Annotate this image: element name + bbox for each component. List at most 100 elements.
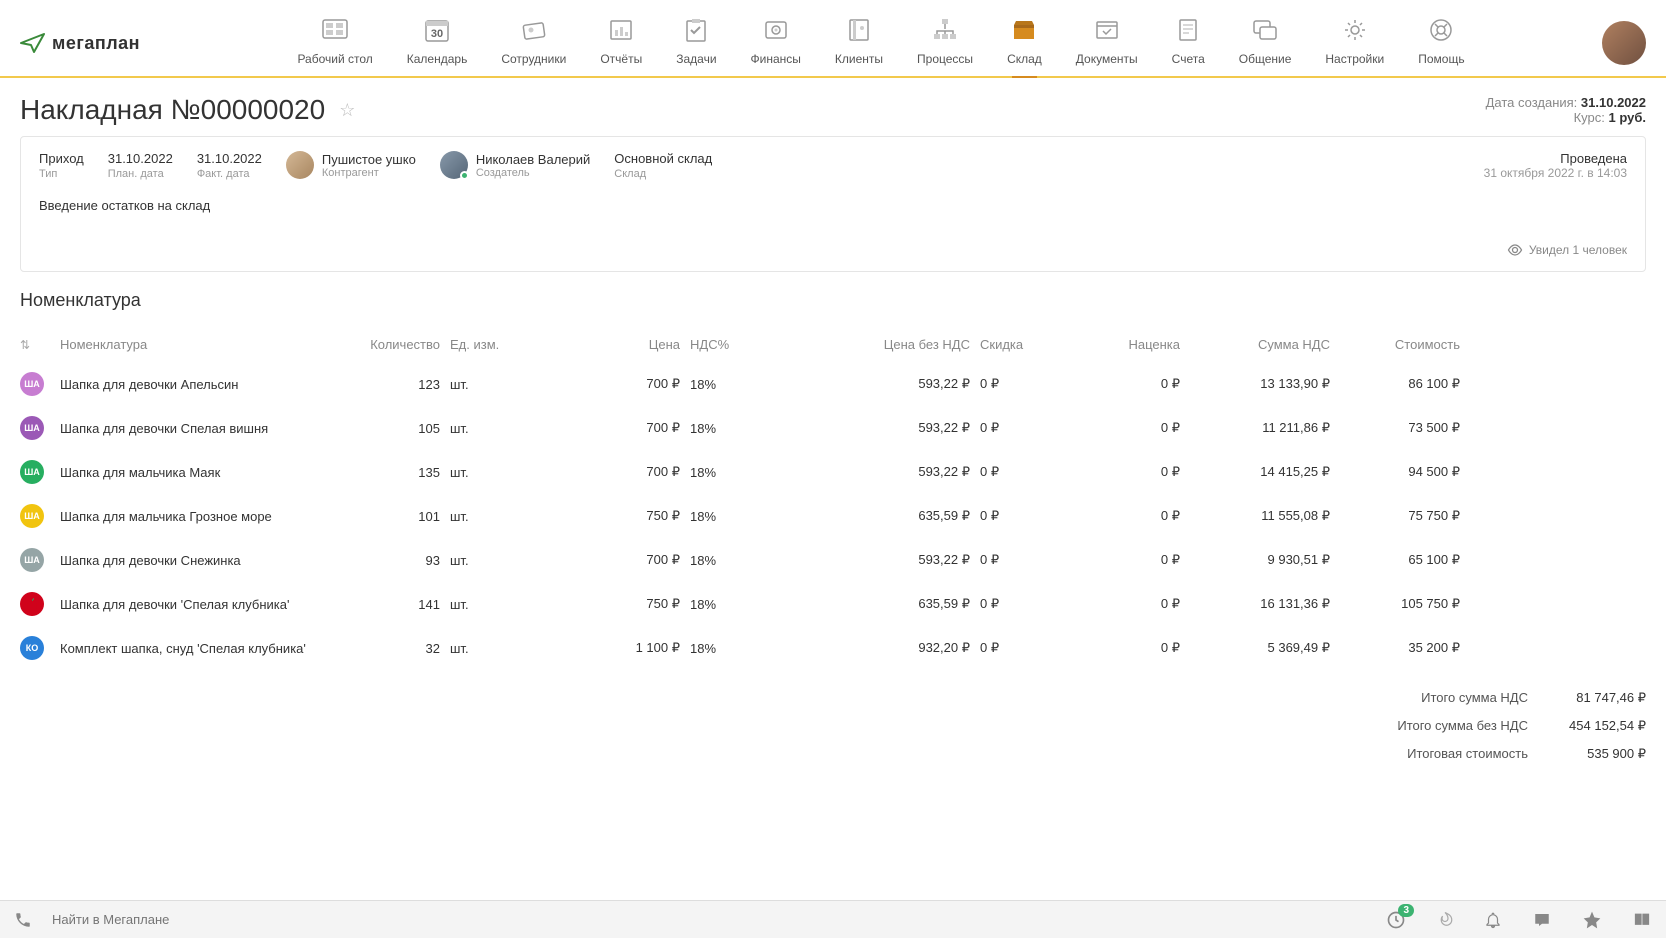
item-name: Шапка для девочки Спелая вишня bbox=[60, 421, 320, 436]
nav-items: Рабочий стол30КалендарьСотрудникиОтчётыЗ… bbox=[180, 10, 1582, 76]
col-vat-sum[interactable]: Сумма НДС bbox=[1190, 337, 1330, 352]
item-price-no-vat: 635,59 ₽ bbox=[800, 596, 970, 612]
invoice-description: Введение остатков на склад bbox=[39, 198, 1627, 213]
item-name: Шапка для девочки Апельсин bbox=[60, 377, 320, 392]
item-unit: шт. bbox=[450, 553, 540, 568]
item-cost: 105 750 ₽ bbox=[1340, 596, 1460, 612]
item-cost: 73 500 ₽ bbox=[1340, 420, 1460, 436]
global-search[interactable] bbox=[46, 906, 866, 933]
documents-icon bbox=[1091, 14, 1123, 46]
col-price[interactable]: Цена bbox=[550, 337, 680, 352]
nav-clients[interactable]: Клиенты bbox=[821, 10, 897, 76]
item-unit: шт. bbox=[450, 641, 540, 656]
meta-creator[interactable]: Николаев Валерий Создатель bbox=[440, 151, 590, 179]
item-price: 750 ₽ bbox=[550, 508, 680, 524]
nav-invoices[interactable]: Счета bbox=[1158, 10, 1219, 76]
table-header: ⇅ Номенклатура Количество Ед. изм. Цена … bbox=[20, 327, 1646, 362]
search-input[interactable] bbox=[46, 906, 866, 933]
item-price: 700 ₽ bbox=[550, 464, 680, 480]
item-tag: ША bbox=[20, 372, 44, 396]
item-vat: 18% bbox=[690, 465, 790, 480]
nav-chat[interactable]: Общение bbox=[1225, 10, 1306, 76]
nav-tasks[interactable]: Задачи bbox=[662, 10, 730, 76]
logo[interactable]: мегаплан bbox=[20, 32, 140, 54]
table-row[interactable]: ША Шапка для мальчика Маяк 135 шт. 700 ₽… bbox=[20, 450, 1646, 494]
nav-reports[interactable]: Отчёты bbox=[586, 10, 656, 76]
item-price-no-vat: 932,20 ₽ bbox=[800, 640, 970, 656]
nav-dashboard[interactable]: Рабочий стол bbox=[283, 10, 386, 76]
warehouse-label: Склад bbox=[614, 168, 712, 180]
creator-avatar bbox=[440, 151, 468, 179]
nav-label: Настройки bbox=[1325, 52, 1384, 66]
item-name: Шапка для девочки Снежинка bbox=[60, 553, 320, 568]
item-vat-sum: 5 369,49 ₽ bbox=[1190, 640, 1330, 656]
item-markup: 0 ₽ bbox=[1070, 596, 1180, 612]
col-name[interactable]: Номенклатура bbox=[60, 337, 320, 352]
item-vat-sum: 16 131,36 ₽ bbox=[1190, 596, 1330, 612]
fire-icon[interactable] bbox=[1436, 910, 1454, 930]
favorite-star-icon[interactable]: ☆ bbox=[339, 100, 355, 121]
meta-contractor[interactable]: Пушистое ушко Контрагент bbox=[286, 151, 416, 179]
table-row[interactable]: ША Шапка для девочки Снежинка 93 шт. 700… bbox=[20, 538, 1646, 582]
item-unit: шт. bbox=[450, 377, 540, 392]
col-cost[interactable]: Стоимость bbox=[1340, 337, 1460, 352]
item-name: Шапка для мальчика Маяк bbox=[60, 465, 320, 480]
clients-icon bbox=[843, 14, 875, 46]
nav-label: Процессы bbox=[917, 52, 973, 66]
item-price: 700 ₽ bbox=[550, 420, 680, 436]
meta-plan-label: План. дата bbox=[108, 168, 173, 180]
invoice-card: Приход Тип 31.10.2022 План. дата 31.10.2… bbox=[20, 136, 1646, 272]
nav-settings[interactable]: Настройки bbox=[1311, 10, 1398, 76]
table-row[interactable]: ША Шапка для девочки Апельсин 123 шт. 70… bbox=[20, 362, 1646, 406]
col-vat[interactable]: НДС% bbox=[690, 337, 790, 352]
nav-warehouse[interactable]: Склад bbox=[993, 10, 1056, 76]
table-row[interactable]: Шапка для девочки 'Спелая клубника' 141 … bbox=[20, 582, 1646, 626]
nav-label: Склад bbox=[1007, 52, 1042, 66]
meta-plan-value: 31.10.2022 bbox=[108, 151, 173, 166]
nav-processes[interactable]: Процессы bbox=[903, 10, 987, 76]
seen-text: Увидел 1 человек bbox=[1529, 243, 1627, 257]
nav-help[interactable]: Помощь bbox=[1404, 10, 1478, 76]
phone-icon[interactable] bbox=[14, 911, 32, 929]
table-row[interactable]: КО Комплект шапка, снуд 'Спелая клубника… bbox=[20, 626, 1646, 670]
item-tag: КО bbox=[20, 636, 44, 660]
col-discount[interactable]: Скидка bbox=[980, 337, 1060, 352]
total-label: Итоговая стоимость bbox=[1407, 746, 1528, 762]
nav-finance[interactable]: Финансы bbox=[737, 10, 815, 76]
item-qty: 32 bbox=[330, 641, 440, 656]
item-vat-sum: 9 930,51 ₽ bbox=[1190, 552, 1330, 568]
meta-plan-date: 31.10.2022 План. дата bbox=[108, 151, 173, 180]
nav-label: Документы bbox=[1076, 52, 1138, 66]
item-qty: 105 bbox=[330, 421, 440, 436]
user-avatar[interactable] bbox=[1602, 21, 1646, 65]
alert-icon[interactable]: 3 bbox=[1386, 910, 1406, 930]
table-row[interactable]: ША Шапка для мальчика Грозное море 101 ш… bbox=[20, 494, 1646, 538]
col-price-no-vat[interactable]: Цена без НДС bbox=[800, 337, 970, 352]
star-icon[interactable] bbox=[1582, 910, 1602, 930]
eye-icon bbox=[1507, 244, 1523, 256]
item-markup: 0 ₽ bbox=[1070, 552, 1180, 568]
meta-fact-date: 31.10.2022 Факт. дата bbox=[197, 151, 262, 180]
col-markup[interactable]: Наценка bbox=[1070, 337, 1180, 352]
col-unit[interactable]: Ед. изм. bbox=[450, 337, 540, 352]
item-cost: 75 750 ₽ bbox=[1340, 508, 1460, 524]
logo-icon bbox=[20, 32, 46, 54]
creator-name: Николаев Валерий bbox=[476, 152, 590, 167]
nav-calendar[interactable]: 30Календарь bbox=[393, 10, 482, 76]
item-price-no-vat: 593,22 ₽ bbox=[800, 464, 970, 480]
table-row[interactable]: ША Шапка для девочки Спелая вишня 105 шт… bbox=[20, 406, 1646, 450]
item-name: Шапка для мальчика Грозное море bbox=[60, 509, 320, 524]
nav-documents[interactable]: Документы bbox=[1062, 10, 1152, 76]
bell-icon[interactable] bbox=[1484, 910, 1502, 930]
created-date: 31.10.2022 bbox=[1581, 95, 1646, 110]
total-row: Итого сумма без НДС454 152,54 ₽ bbox=[20, 712, 1646, 740]
col-qty[interactable]: Количество bbox=[330, 337, 440, 352]
book-icon[interactable] bbox=[1632, 911, 1652, 929]
sort-icon[interactable]: ⇅ bbox=[20, 338, 50, 352]
contractor-name: Пушистое ушко bbox=[322, 152, 416, 167]
nav-employees[interactable]: Сотрудники bbox=[487, 10, 580, 76]
created-label: Дата создания: bbox=[1486, 95, 1578, 110]
items-table: ⇅ Номенклатура Количество Ед. изм. Цена … bbox=[20, 327, 1646, 670]
message-icon[interactable] bbox=[1532, 911, 1552, 929]
seen-by[interactable]: Увидел 1 человек bbox=[39, 243, 1627, 257]
